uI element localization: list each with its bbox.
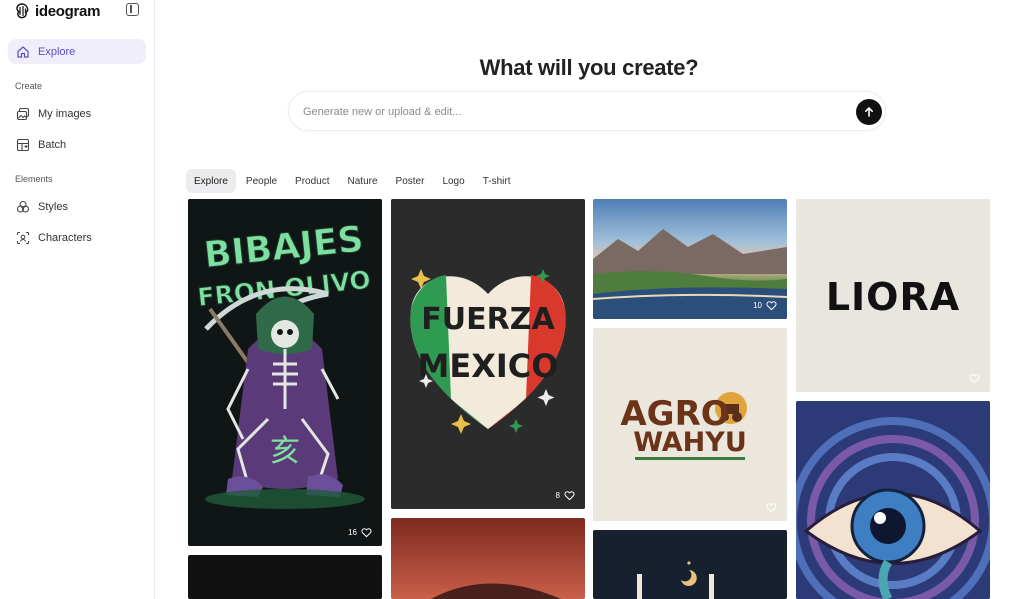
heart-icon bbox=[361, 528, 372, 538]
heart-icon bbox=[766, 301, 777, 311]
tab-tshirt[interactable]: T-shirt bbox=[475, 169, 519, 193]
sidebar: ideogram Explore Create My images Batch … bbox=[0, 0, 155, 599]
sidebar-item-label: My images bbox=[38, 107, 92, 120]
heart-icon bbox=[969, 374, 980, 384]
gallery-card-liora-logo[interactable]: LIORA bbox=[796, 199, 990, 392]
images-icon bbox=[16, 107, 30, 120]
sidebar-item-batch[interactable]: Batch bbox=[8, 132, 146, 157]
art-text-line2: MEXICO bbox=[418, 347, 559, 385]
art-text-line2: WAHYU bbox=[633, 427, 747, 458]
art-logo-text: LIORA bbox=[826, 275, 960, 319]
page-headline: What will you create? bbox=[479, 55, 699, 80]
sidebar-item-label: Explore bbox=[38, 45, 76, 58]
brand[interactable]: ideogram bbox=[14, 2, 100, 20]
heart-icon bbox=[564, 491, 575, 501]
like-count-value: 16 bbox=[348, 528, 357, 537]
gallery-card-red-gradient[interactable] bbox=[391, 518, 585, 599]
gallery-card-night[interactable] bbox=[593, 530, 787, 599]
like-count-value: 8 bbox=[555, 491, 560, 500]
like-button[interactable] bbox=[766, 502, 777, 513]
sidebar-toggle-icon[interactable] bbox=[126, 3, 139, 16]
section-label-elements: Elements bbox=[15, 174, 53, 184]
tab-product[interactable]: Product bbox=[287, 169, 337, 193]
gallery-card-fuerza-mexico[interactable]: FUERZA MEXICO 8 bbox=[391, 199, 585, 509]
like-count[interactable]: 8 bbox=[556, 490, 575, 501]
batch-icon bbox=[16, 138, 30, 151]
fuerza-mexico-artwork: FUERZA MEXICO bbox=[391, 199, 585, 509]
prompt-input[interactable] bbox=[303, 102, 843, 122]
sidebar-item-label: Characters bbox=[38, 231, 92, 244]
submit-button[interactable] bbox=[856, 99, 882, 125]
sidebar-item-styles[interactable]: Styles bbox=[8, 194, 146, 219]
tab-people[interactable]: People bbox=[238, 169, 285, 193]
tab-logo[interactable]: Logo bbox=[434, 169, 472, 193]
arrow-up-icon bbox=[865, 107, 873, 117]
agro-wahyu-artwork: AGRO WAHYU bbox=[593, 328, 787, 521]
gallery-card-eye[interactable] bbox=[796, 401, 990, 599]
tab-nature[interactable]: Nature bbox=[340, 169, 386, 193]
gallery-card-landscape[interactable]: 10 bbox=[593, 199, 787, 319]
like-count-value: 10 bbox=[753, 301, 762, 310]
ideogram-logo-icon bbox=[16, 3, 29, 19]
liora-logo-artwork: LIORA bbox=[796, 199, 990, 392]
heart-icon bbox=[766, 503, 777, 513]
gallery-card-reaper[interactable]: BIBAJES FRON OLIVO 亥 16 bbox=[188, 199, 382, 546]
art-text-line1: FUERZA bbox=[421, 302, 555, 337]
tab-explore[interactable]: Explore bbox=[186, 169, 236, 193]
gallery-card-dark[interactable] bbox=[188, 555, 382, 599]
prompt-bar bbox=[288, 91, 886, 131]
character-scan-icon bbox=[16, 231, 30, 244]
night-artwork bbox=[637, 561, 714, 599]
sidebar-item-my-images[interactable]: My images bbox=[8, 101, 146, 126]
like-button[interactable] bbox=[969, 373, 980, 384]
like-count[interactable]: 16 bbox=[348, 527, 372, 538]
gallery-card-agro-wahyu[interactable]: AGRO WAHYU bbox=[593, 328, 787, 521]
brand-name: ideogram bbox=[35, 2, 101, 20]
styles-icon bbox=[16, 200, 30, 213]
reaper-artwork: BIBAJES FRON OLIVO 亥 bbox=[188, 199, 382, 546]
category-tabs: Explore People Product Nature Poster Log… bbox=[186, 169, 520, 193]
sidebar-item-label: Batch bbox=[38, 138, 67, 151]
art-glyph: 亥 bbox=[270, 434, 300, 469]
home-icon bbox=[17, 45, 29, 58]
sidebar-item-characters[interactable]: Characters bbox=[8, 225, 146, 250]
like-count[interactable]: 10 bbox=[753, 300, 777, 311]
section-label-create: Create bbox=[15, 81, 43, 91]
sidebar-item-label: Styles bbox=[38, 200, 68, 213]
eye-artwork bbox=[796, 401, 990, 599]
red-artwork bbox=[431, 583, 561, 599]
sidebar-item-explore[interactable]: Explore bbox=[8, 39, 146, 64]
tab-poster[interactable]: Poster bbox=[388, 169, 433, 193]
